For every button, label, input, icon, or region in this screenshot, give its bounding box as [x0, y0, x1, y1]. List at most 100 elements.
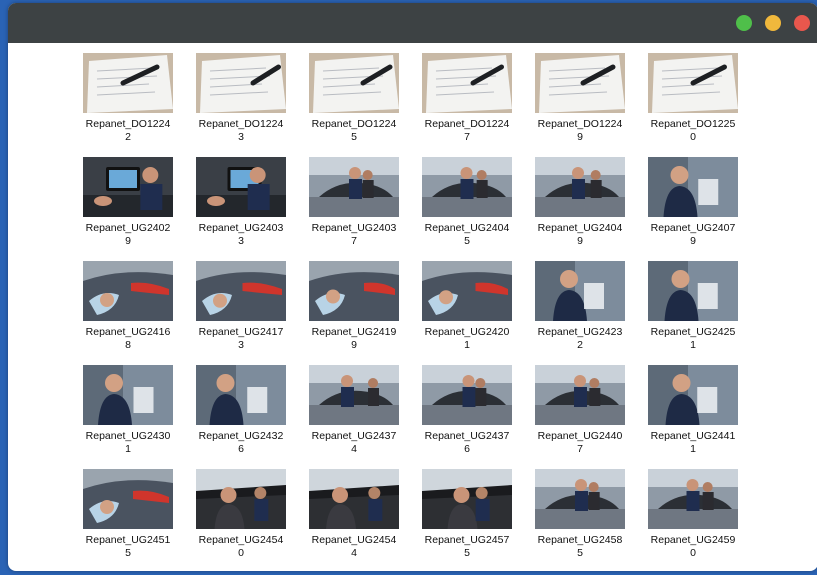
file-item[interactable]: Repanet_DO1224 2: [82, 53, 174, 157]
file-name-line1: Repanet_UG2404: [537, 222, 623, 234]
file-item[interactable]: Repanet_UG2451 5: [82, 469, 174, 571]
file-item[interactable]: Repanet_DO1224 9: [534, 53, 626, 157]
file-item[interactable]: Repanet_UG2437 6: [421, 365, 513, 469]
file-name: Repanet_UG2404 9: [534, 222, 626, 248]
image-thumbnail[interactable]: [535, 53, 625, 113]
file-item[interactable]: Repanet_UG2404 9: [534, 157, 626, 261]
image-thumbnail[interactable]: [535, 157, 625, 217]
file-item[interactable]: Repanet_UG2454 0: [195, 469, 287, 571]
image-thumbnail[interactable]: [535, 261, 625, 321]
file-name-line1: Repanet_UG2403: [311, 222, 397, 234]
image-thumbnail[interactable]: [196, 261, 286, 321]
file-name-line1: Repanet_DO1225: [650, 118, 736, 130]
image-thumbnail[interactable]: [309, 469, 399, 529]
file-name-line1: Repanet_UG2458: [537, 534, 623, 546]
file-name-line2: 5: [351, 131, 357, 143]
file-name: Repanet_UG2458 5: [534, 534, 626, 560]
image-thumbnail[interactable]: [309, 365, 399, 425]
file-item[interactable]: Repanet_UG2425 1: [647, 261, 739, 365]
image-thumbnail[interactable]: [422, 365, 512, 425]
file-item[interactable]: Repanet_DO1224 3: [195, 53, 287, 157]
file-name-line2: 0: [238, 547, 244, 559]
file-name: Repanet_UG2403 7: [308, 222, 400, 248]
file-item[interactable]: Repanet_UG2417 3: [195, 261, 287, 365]
file-name-line1: Repanet_UG2416: [85, 326, 171, 338]
image-thumbnail[interactable]: [535, 469, 625, 529]
image-thumbnail[interactable]: [648, 261, 738, 321]
file-name: Repanet_UG2407 9: [647, 222, 739, 248]
file-name: Repanet_UG2454 4: [308, 534, 400, 560]
file-item[interactable]: Repanet_UG2437 4: [308, 365, 400, 469]
file-name-line2: 0: [690, 547, 696, 559]
file-name-line1: Repanet_UG2425: [650, 326, 736, 338]
file-item[interactable]: Repanet_UG2459 0: [647, 469, 739, 571]
image-thumbnail[interactable]: [309, 261, 399, 321]
file-item[interactable]: Repanet_UG2430 1: [82, 365, 174, 469]
image-thumbnail[interactable]: [83, 157, 173, 217]
file-name-line1: Repanet_UG2430: [85, 430, 171, 442]
file-name-line1: Repanet_UG2441: [650, 430, 736, 442]
image-thumbnail[interactable]: [196, 53, 286, 113]
file-item[interactable]: Repanet_UG2457 5: [421, 469, 513, 571]
image-thumbnail[interactable]: [422, 53, 512, 113]
image-thumbnail[interactable]: [196, 469, 286, 529]
file-item[interactable]: Repanet_UG2420 1: [421, 261, 513, 365]
file-name: Repanet_DO1224 3: [195, 118, 287, 144]
image-thumbnail[interactable]: [83, 469, 173, 529]
image-thumbnail[interactable]: [196, 157, 286, 217]
file-name-line1: Repanet_UG2404: [424, 222, 510, 234]
file-name-line1: Repanet_UG2454: [198, 534, 284, 546]
file-name-line2: 5: [464, 547, 470, 559]
image-thumbnail[interactable]: [196, 365, 286, 425]
file-item[interactable]: Repanet_DO1224 5: [308, 53, 400, 157]
image-thumbnail[interactable]: [648, 157, 738, 217]
file-name: Repanet_UG2459 0: [647, 534, 739, 560]
file-browser-window: Repanet_DO1224 2 Repanet_DO1224 3 Repanet_…: [8, 3, 817, 571]
file-item[interactable]: Repanet_UG2407 9: [647, 157, 739, 261]
file-name: Repanet_UG2420 1: [421, 326, 513, 352]
file-item[interactable]: Repanet_DO1224 7: [421, 53, 513, 157]
file-item[interactable]: Repanet_UG2458 5: [534, 469, 626, 571]
image-thumbnail[interactable]: [535, 365, 625, 425]
file-item[interactable]: Repanet_UG2402 9: [82, 157, 174, 261]
maximize-button[interactable]: [736, 15, 752, 31]
image-thumbnail[interactable]: [422, 157, 512, 217]
image-thumbnail[interactable]: [648, 53, 738, 113]
file-name-line1: Repanet_UG2459: [650, 534, 736, 546]
title-bar[interactable]: [8, 3, 817, 43]
image-thumbnail[interactable]: [83, 365, 173, 425]
file-name-line2: 9: [577, 131, 583, 143]
minimize-button[interactable]: [765, 15, 781, 31]
image-thumbnail[interactable]: [648, 469, 738, 529]
file-item[interactable]: Repanet_UG2441 1: [647, 365, 739, 469]
image-thumbnail[interactable]: [83, 261, 173, 321]
image-thumbnail[interactable]: [309, 53, 399, 113]
file-name-line1: Repanet_UG2407: [650, 222, 736, 234]
file-name-line2: 2: [125, 131, 131, 143]
file-item[interactable]: Repanet_UG2423 2: [534, 261, 626, 365]
close-button[interactable]: [794, 15, 810, 31]
file-item[interactable]: Repanet_UG2403 7: [308, 157, 400, 261]
file-item[interactable]: Repanet_UG2419 9: [308, 261, 400, 365]
file-item[interactable]: Repanet_UG2454 4: [308, 469, 400, 571]
file-item[interactable]: Repanet_DO1225 0: [647, 53, 739, 157]
file-name-line1: Repanet_UG2454: [311, 534, 397, 546]
file-item[interactable]: Repanet_UG2404 5: [421, 157, 513, 261]
image-thumbnail[interactable]: [648, 365, 738, 425]
file-name: Repanet_UG2402 9: [82, 222, 174, 248]
file-name-line2: 0: [690, 131, 696, 143]
file-item[interactable]: Repanet_UG2432 6: [195, 365, 287, 469]
file-name-line2: 1: [690, 339, 696, 351]
file-name-line2: 7: [464, 131, 470, 143]
file-name-line2: 3: [238, 339, 244, 351]
file-name-line2: 1: [464, 339, 470, 351]
file-item[interactable]: Repanet_UG2416 8: [82, 261, 174, 365]
file-item[interactable]: Repanet_UG2440 7: [534, 365, 626, 469]
image-thumbnail[interactable]: [422, 261, 512, 321]
file-name-line1: Repanet_UG2423: [537, 326, 623, 338]
file-name-line2: 7: [351, 235, 357, 247]
image-thumbnail[interactable]: [422, 469, 512, 529]
file-item[interactable]: Repanet_UG2403 3: [195, 157, 287, 261]
image-thumbnail[interactable]: [309, 157, 399, 217]
image-thumbnail[interactable]: [83, 53, 173, 113]
